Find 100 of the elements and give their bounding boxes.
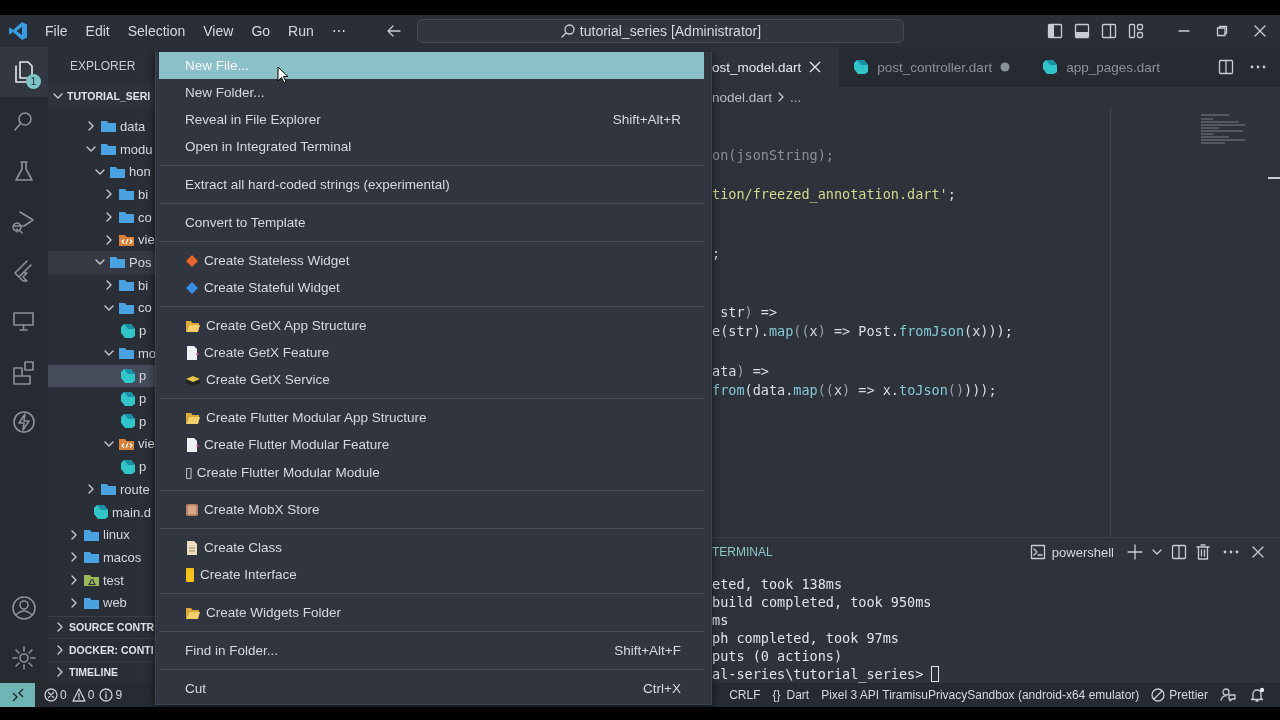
menu-item[interactable]: Edit — [76, 23, 119, 39]
folder-icon — [118, 210, 135, 225]
mouse-pointer-icon — [277, 66, 289, 84]
bell-icon[interactable] — [1250, 687, 1266, 703]
menu-item[interactable]: Create Flutter Modular Feature — [159, 431, 704, 458]
menu-item[interactable]: Create GetX Feature — [159, 339, 704, 366]
status-item[interactable]: Pixel 3 API TiramisuPrivacySandbox (android-x64 emulator) — [821, 688, 1140, 702]
status-item[interactable]: Prettier — [1151, 688, 1208, 702]
code-line: from(data.map((x) => x.toJson()))); — [712, 381, 998, 401]
tree-item[interactable]: route — [48, 478, 155, 501]
tree-item[interactable]: co — [48, 296, 155, 320]
menu-item[interactable]: File — [36, 23, 77, 39]
code-line: tion/freezed_annotation.dart'; — [712, 185, 957, 205]
tree-item[interactable]: Pos — [48, 251, 155, 274]
folder-icon — [83, 550, 100, 565]
split-terminal-icon[interactable] — [1171, 544, 1187, 560]
tree-item[interactable]: modu — [48, 137, 155, 161]
menu-item[interactable]: Create GetX App Structure — [159, 312, 704, 339]
terminal-line: puts (0 actions) — [712, 647, 843, 665]
restore-icon[interactable] — [1216, 25, 1228, 37]
code-folder-icon — [118, 232, 135, 247]
folder-icon — [83, 527, 100, 542]
close-icon[interactable] — [1252, 546, 1264, 558]
trash-icon[interactable] — [1196, 544, 1210, 560]
terminal-icon — [1029, 544, 1046, 560]
code-line: ; — [712, 243, 722, 263]
tree-item[interactable]: main.d — [48, 500, 155, 524]
sidebar-toggle-icon[interactable] — [1047, 23, 1063, 39]
menu-item[interactable]: Create MobX Store — [159, 496, 704, 523]
folder-icon — [118, 187, 135, 202]
tree-item[interactable]: vie — [48, 432, 155, 456]
back-arrow-icon[interactable] — [386, 23, 402, 39]
tree-item[interactable]: p — [48, 364, 155, 388]
chevron-down-icon[interactable] — [1152, 547, 1162, 557]
problems-button[interactable]: 0 0 9 — [44, 688, 126, 702]
feedback-icon[interactable] — [1220, 687, 1236, 703]
menu-item[interactable]: Find in Folder... Shift+Alt+F — [159, 637, 704, 664]
split-layout-icon[interactable] — [1101, 23, 1117, 39]
editor-tab[interactable]: ost_model.dart — [705, 47, 840, 87]
menu-item[interactable]: Convert to Template — [159, 209, 704, 236]
close-icon[interactable] — [1254, 25, 1266, 37]
menu-item[interactable]: Create Interface — [159, 561, 704, 588]
folder-header[interactable]: TUTORIAL_SERI — [48, 85, 155, 107]
extensions-icon — [11, 359, 37, 385]
menu-item[interactable]: Selection — [118, 23, 195, 39]
tree-item[interactable]: hon — [48, 160, 155, 184]
more-actions-icon[interactable] — [1223, 550, 1239, 554]
menu-item[interactable]: Create Widgets Folder — [159, 599, 704, 626]
menu-item[interactable]: Create Stateful Widget — [159, 274, 704, 301]
menu-item[interactable]: Create Stateless Widget — [159, 247, 704, 274]
tree-item[interactable]: bi — [48, 273, 155, 297]
tree-item[interactable]: web — [48, 591, 155, 615]
status-item[interactable]: {} Dart — [772, 688, 810, 702]
explorer-button[interactable]: 1 — [0, 47, 48, 97]
tree-item[interactable]: p — [48, 455, 155, 478]
editor-tab[interactable]: post_controller.dart — [839, 47, 1029, 87]
close-icon[interactable] — [809, 61, 822, 73]
tree-item[interactable]: bi — [48, 183, 155, 206]
tree-item[interactable]: mo — [48, 341, 155, 365]
code-line: on(jsonString); — [712, 146, 835, 165]
tree-item[interactable]: p — [48, 409, 155, 433]
menu-item[interactable]: ▯ Create Flutter Modular Module — [159, 458, 704, 485]
menu-item[interactable]: ⋯ — [322, 23, 355, 39]
split-editor-icon[interactable] — [1218, 59, 1234, 75]
breadcrumb-item[interactable]: ... — [790, 89, 802, 105]
menu-item[interactable]: New Folder... — [159, 79, 704, 106]
scrollbar-thumb[interactable] — [1268, 177, 1280, 179]
tree-item[interactable]: data — [48, 115, 155, 138]
tree-item[interactable]: vie — [48, 228, 155, 252]
panel-toggle-icon[interactable] — [1074, 23, 1090, 39]
command-center[interactable]: tutorial_series [Administrator] — [417, 19, 904, 43]
more-actions-icon[interactable] — [1250, 65, 1266, 69]
tree-item[interactable]: test — [48, 568, 155, 592]
terminal-line: ms — [712, 611, 729, 629]
menu-item[interactable]: Run — [279, 23, 323, 39]
plus-icon[interactable] — [1127, 544, 1143, 560]
dart-file-icon — [93, 504, 109, 521]
menu-item[interactable]: Reveal in File Explorer Shift+Alt+R — [159, 106, 704, 133]
tree-item[interactable]: macos — [48, 546, 155, 569]
tree-item[interactable]: co — [48, 205, 155, 229]
menu-item[interactable]: Extract all hard-coded strings (experimental) — [159, 171, 704, 198]
editor-tab[interactable]: app_pages.dart — [1028, 47, 1178, 87]
tree-item[interactable]: p — [48, 319, 155, 342]
menu-item[interactable]: View — [194, 23, 243, 39]
terminal-selector[interactable]: powershell — [1029, 544, 1114, 560]
menu-item[interactable]: Create Flutter Modular App Structure — [159, 404, 704, 431]
document-icon — [185, 539, 199, 556]
explorer-title: EXPLORER — [69, 58, 137, 75]
layout-grid-icon[interactable] — [1128, 23, 1144, 39]
menu-item[interactable]: Create Class — [159, 534, 704, 561]
menu-item[interactable]: Open in Integrated Terminal — [159, 133, 704, 160]
dart-file-icon — [120, 390, 136, 407]
code-folder-icon — [118, 436, 135, 451]
menu-item[interactable]: Cut Ctrl+X — [159, 675, 704, 702]
tree-item[interactable]: linux — [48, 523, 155, 547]
breadcrumb-item[interactable]: nodel.dart — [712, 89, 773, 105]
menu-item[interactable]: Go — [242, 23, 280, 39]
status-item[interactable]: CRLF — [729, 688, 761, 702]
tree-item[interactable]: p — [48, 387, 155, 410]
menu-item[interactable]: Create GetX Service — [159, 366, 704, 393]
